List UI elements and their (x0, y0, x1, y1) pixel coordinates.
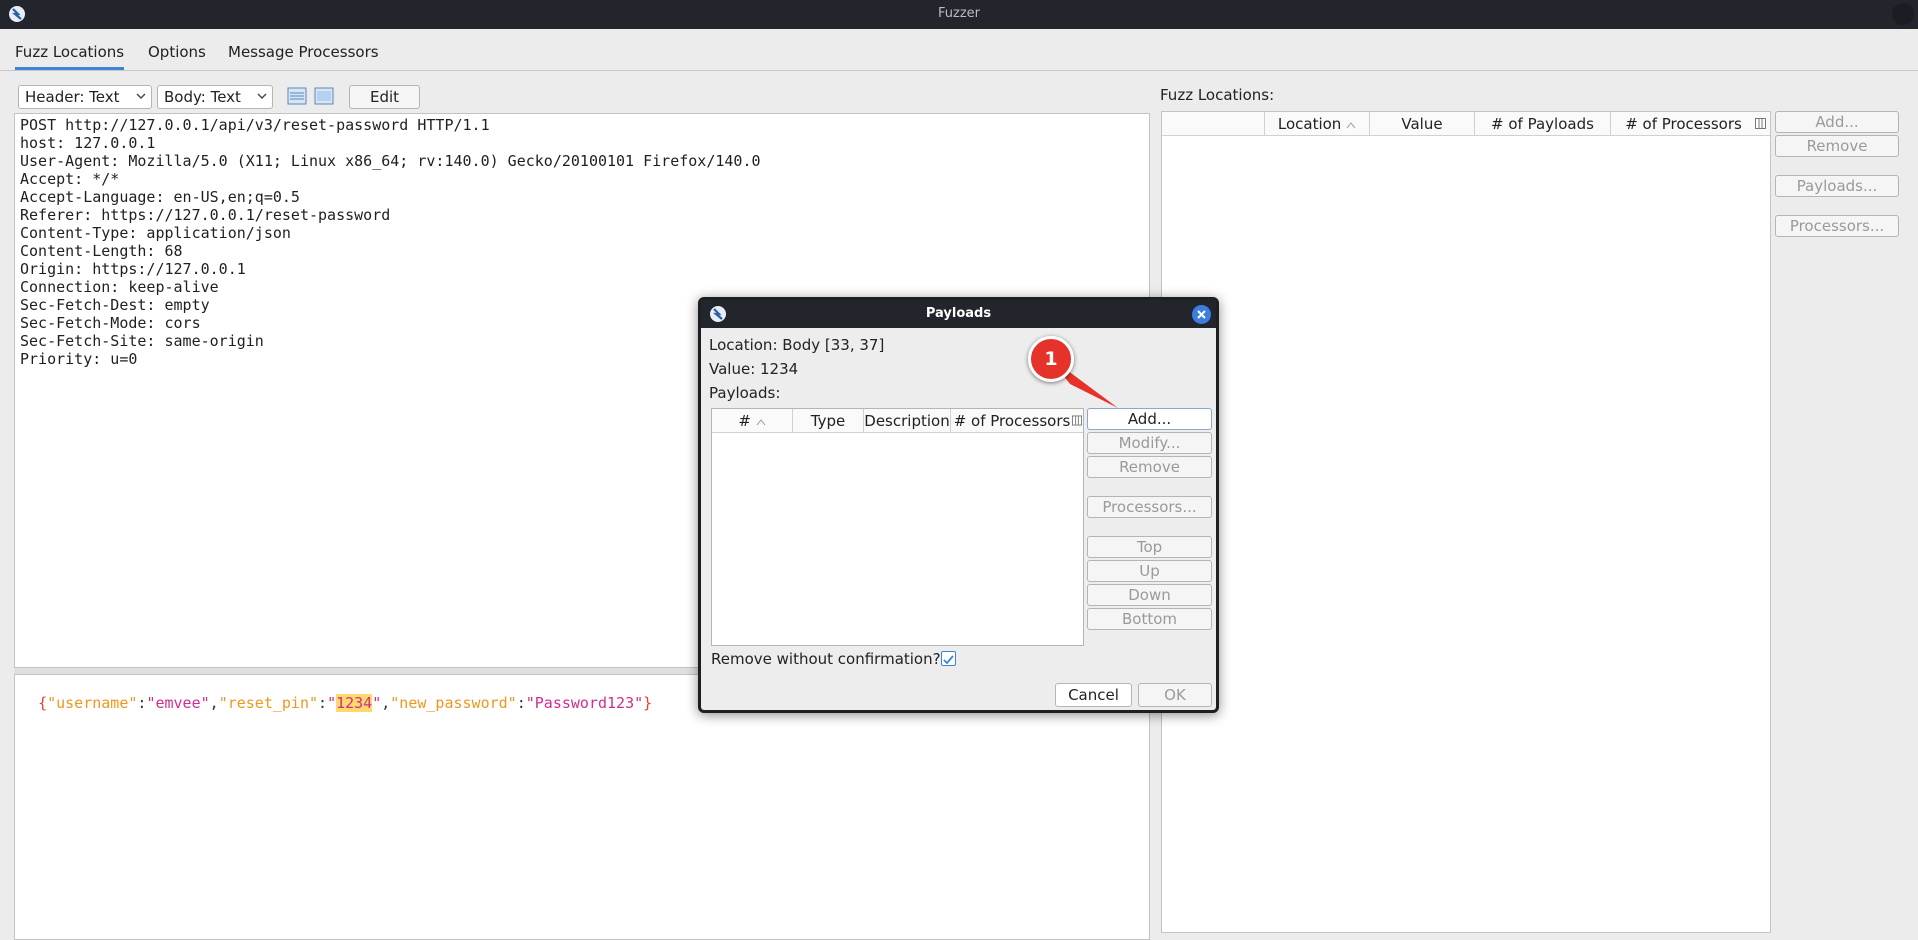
body-view-select[interactable]: Body: Text (157, 85, 273, 109)
remove-location-button[interactable]: Remove (1775, 135, 1899, 157)
step-callout-badge: 1 (1028, 336, 1074, 382)
payloads-table-header: # Type Description # of Processors (712, 409, 1083, 433)
dialog-title: Payloads (925, 306, 992, 321)
header-line: Sec-Fetch-Site: same-origin (20, 332, 264, 350)
location-payloads-button[interactable]: Payloads... (1775, 175, 1899, 197)
request-body-text: {"username":"emvee","reset_pin":"1234","… (38, 694, 653, 712)
split-horizontal-layout-icon[interactable] (314, 87, 334, 105)
header-line: Priority: u=0 (20, 350, 138, 368)
fuzz-locations-label: Fuzz Locations: (1160, 86, 1275, 104)
chevron-down-icon (257, 93, 267, 99)
header-line: Referer: https://127.0.0.1/reset-passwor… (20, 206, 391, 224)
column-header-payload-count[interactable]: # of Payloads (1475, 115, 1610, 133)
tab-bar: Fuzz Locations Options Message Processor… (0, 29, 1918, 71)
header-view-select[interactable]: Header: Text (18, 85, 152, 109)
header-line: Content-Type: application/json (20, 224, 291, 242)
column-header-location[interactable]: Location (1265, 115, 1369, 133)
window-title: Fuzzer (938, 6, 980, 21)
modify-payload-button[interactable]: Modify... (1087, 432, 1212, 454)
column-header-processor-count[interactable]: # of Processors (1611, 115, 1756, 133)
add-location-button[interactable]: Add... (1775, 111, 1899, 133)
request-header-text: POST http://127.0.0.1/api/v3/reset-passw… (20, 116, 761, 368)
tab-message-processors[interactable]: Message Processors (228, 43, 379, 61)
column-picker-icon[interactable] (1072, 415, 1082, 426)
header-line: Accept: */* (20, 170, 120, 188)
chevron-down-icon (136, 93, 146, 99)
split-vertical-layout-icon[interactable] (287, 87, 307, 105)
remove-confirm-label: Remove without confirmation? (711, 650, 941, 668)
remove-payload-button[interactable]: Remove (1087, 456, 1212, 478)
cancel-button[interactable]: Cancel (1055, 683, 1132, 707)
move-top-button[interactable]: Top (1087, 536, 1212, 558)
ok-button[interactable]: OK (1138, 683, 1212, 707)
dialog-close-button[interactable] (1192, 305, 1211, 324)
window-control-button[interactable] (1892, 3, 1914, 25)
header-line: Accept-Language: en-US,en;q=0.5 (20, 188, 300, 206)
body-view-value: Body: Text (164, 88, 241, 106)
move-bottom-button[interactable]: Bottom (1087, 608, 1212, 630)
column-header-number[interactable]: # (712, 412, 792, 430)
column-header-processors[interactable]: # of Processors (951, 412, 1073, 430)
move-down-button[interactable]: Down (1087, 584, 1212, 606)
header-view-value: Header: Text (25, 88, 120, 106)
column-header-description[interactable]: Description (864, 412, 950, 430)
fuzz-locations-table[interactable]: Location Value # of Payloads # of Proces… (1161, 111, 1771, 933)
header-line: Origin: https://127.0.0.1 (20, 260, 246, 278)
location-processors-button[interactable]: Processors... (1775, 215, 1899, 237)
checkmark-icon (943, 655, 954, 665)
close-icon (1197, 310, 1206, 319)
tab-options[interactable]: Options (148, 43, 206, 61)
remove-confirm-checkbox[interactable] (941, 651, 956, 666)
column-header-value[interactable]: Value (1370, 115, 1474, 133)
header-line: Sec-Fetch-Mode: cors (20, 314, 201, 332)
payload-value-text: Value: 1234 (709, 360, 799, 378)
move-up-button[interactable]: Up (1087, 560, 1212, 582)
payload-processors-button[interactable]: Processors... (1087, 496, 1212, 518)
window-titlebar: Fuzzer (0, 0, 1918, 29)
tab-fuzz-locations[interactable]: Fuzz Locations (15, 43, 125, 70)
header-line: host: 127.0.0.1 (20, 134, 156, 152)
header-line: Content-Length: 68 (20, 242, 183, 260)
payloads-label: Payloads: (709, 384, 781, 402)
column-header-type[interactable]: Type (793, 412, 863, 430)
sort-ascending-icon (1346, 122, 1356, 129)
payloads-dialog: Payloads Location: Body [33, 37] Value: … (698, 297, 1219, 713)
header-line: User-Agent: Mozilla/5.0 (X11; Linux x86_… (20, 152, 761, 170)
edit-button[interactable]: Edit (349, 85, 420, 109)
payload-location-text: Location: Body [33, 37] (709, 336, 885, 354)
table-header: Location Value # of Payloads # of Proces… (1162, 112, 1770, 136)
sort-ascending-icon (756, 419, 766, 426)
payloads-table[interactable]: # Type Description # of Processors (711, 408, 1084, 646)
fuzz-location-highlight[interactable]: 1234 (336, 694, 373, 712)
request-body-editor[interactable] (14, 674, 1150, 940)
column-picker-icon[interactable] (1755, 118, 1766, 129)
header-line: Sec-Fetch-Dest: empty (20, 296, 210, 314)
add-payload-button[interactable]: Add... (1087, 408, 1212, 430)
header-line: POST http://127.0.0.1/api/v3/reset-passw… (20, 116, 490, 134)
dialog-titlebar: Payloads (701, 300, 1216, 328)
header-line: Connection: keep-alive (20, 278, 219, 296)
